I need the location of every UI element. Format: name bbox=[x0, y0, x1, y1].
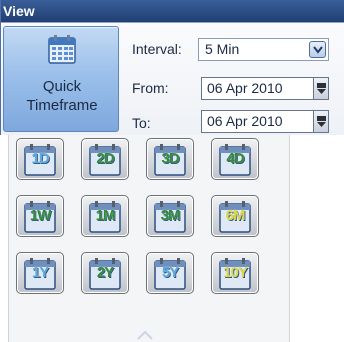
timeframe-tile[interactable]: 10Y bbox=[211, 252, 259, 294]
timeframe-tile-label: 3D bbox=[161, 150, 179, 167]
timeframe-tile-label: 2D bbox=[96, 150, 114, 167]
timeframe-tile[interactable]: 1Y bbox=[16, 252, 64, 294]
to-date-picker-icon[interactable] bbox=[313, 111, 328, 132]
timeframe-tile-label: 1W bbox=[29, 207, 52, 224]
timeframe-tile-label: 6M bbox=[225, 207, 246, 224]
view-panel: View Quick Timeframe Interval: 5 Min Fro… bbox=[0, 0, 344, 135]
from-date-picker-icon[interactable] bbox=[313, 78, 328, 99]
timeframe-tile[interactable]: 1W bbox=[16, 195, 64, 237]
timeframe-tile[interactable]: 4D bbox=[211, 138, 259, 180]
from-date-field[interactable]: 06 Apr 2010 bbox=[201, 77, 329, 100]
timeframe-tile-label: 1Y bbox=[31, 264, 49, 281]
timeframe-tile-label: 3M bbox=[160, 207, 181, 224]
timeframe-tile-label: 4D bbox=[226, 150, 244, 167]
to-date-field[interactable]: 06 Apr 2010 bbox=[201, 110, 329, 133]
timeframe-tile[interactable]: 1M bbox=[81, 195, 129, 237]
quick-timeframe-label: Quick Timeframe bbox=[4, 77, 120, 115]
timeframe-tile[interactable]: 6M bbox=[211, 195, 259, 237]
timeframe-tile-label: 1M bbox=[95, 207, 116, 224]
timeframe-tile-label: 5Y bbox=[161, 264, 179, 281]
from-label: From: bbox=[132, 80, 169, 96]
timeframe-tile-label: 10Y bbox=[223, 264, 248, 281]
calendar-icon bbox=[48, 35, 76, 64]
interval-dropdown[interactable]: 5 Min bbox=[198, 38, 329, 61]
to-label: To: bbox=[132, 115, 151, 131]
interval-label: Interval: bbox=[132, 41, 182, 57]
timeframe-tile[interactable]: 2Y bbox=[81, 252, 129, 294]
chevron-down-icon[interactable] bbox=[309, 41, 326, 58]
timeframe-tile-label: 2Y bbox=[96, 264, 114, 281]
quick-timeframe-label-line2: Timeframe bbox=[26, 97, 98, 114]
from-date-value: 06 Apr 2010 bbox=[207, 80, 283, 96]
interval-value: 5 Min bbox=[205, 41, 240, 57]
quick-timeframe-label-line1: Quick bbox=[42, 78, 82, 95]
timeframe-tile[interactable]: 2D bbox=[81, 138, 129, 180]
timeframe-tile[interactable]: 1D bbox=[16, 138, 64, 180]
timeframe-tile[interactable]: 3D bbox=[146, 138, 194, 180]
quick-timeframe-button[interactable]: Quick Timeframe bbox=[3, 26, 119, 132]
chevron-up-icon[interactable] bbox=[136, 330, 154, 340]
timeframe-tile-label: 1D bbox=[31, 150, 49, 167]
panel-title: View bbox=[1, 0, 344, 22]
to-date-value: 06 Apr 2010 bbox=[207, 113, 283, 129]
timeframe-tile[interactable]: 3M bbox=[146, 195, 194, 237]
timeframe-tile[interactable]: 5Y bbox=[146, 252, 194, 294]
